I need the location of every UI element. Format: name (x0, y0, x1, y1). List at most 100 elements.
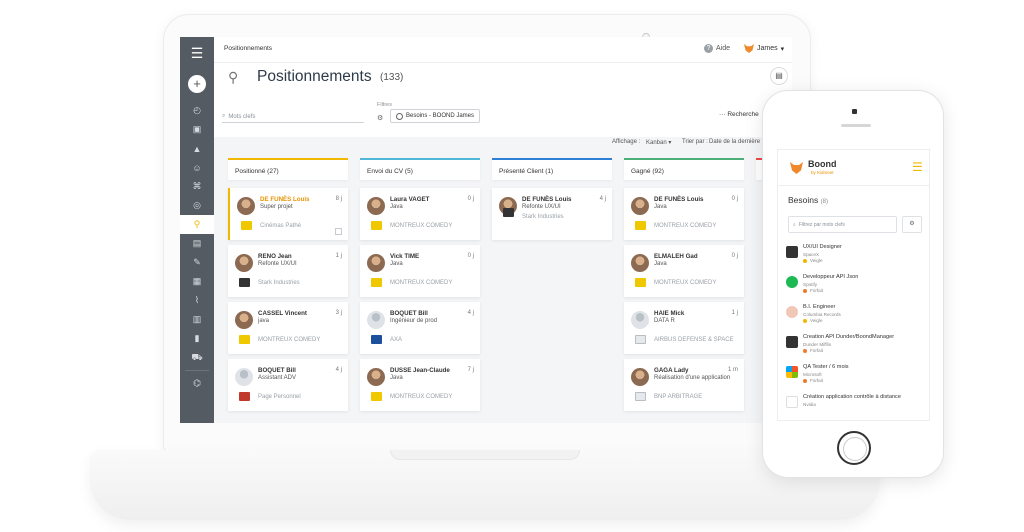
dashboard-icon[interactable]: ◴ (180, 101, 214, 120)
pin-icon[interactable]: ⚲ (180, 215, 214, 234)
list-item[interactable]: Developpeur API Json Spotify Forfait (786, 274, 926, 302)
avatar (237, 197, 255, 215)
company-logo (786, 336, 798, 348)
project-role: java (258, 318, 270, 324)
graduation-icon[interactable]: ▲ (180, 139, 214, 158)
days-badge: 4 j (467, 310, 474, 316)
breadcrumb[interactable]: Positionnements (224, 45, 272, 52)
export-document-button[interactable]: ▤ (770, 67, 788, 85)
building-icon (635, 335, 646, 344)
kanban-card[interactable]: CASSEL Vincent java 3 j MONTREUX COMEDY (228, 302, 348, 354)
candidate-name[interactable]: DE FUNÈS Louis (654, 196, 704, 203)
company-name: MONTREUX COMEDY (390, 394, 453, 400)
kanban-card[interactable]: Laura VAGET Java 0 j MONTREUX COMEDY (360, 188, 480, 240)
filter-chip-label: Besoins - BOOND James (406, 113, 475, 119)
candidate-name[interactable]: DUSSE Jean-Claude (390, 367, 450, 374)
candidate-name[interactable]: GAGA Lady (654, 367, 689, 374)
item-status: Veigle (810, 258, 823, 263)
cart-icon[interactable]: ⛟ (180, 348, 214, 367)
candidate-name[interactable]: HAIE Mick (654, 310, 684, 317)
hamburger-menu-icon[interactable]: ☰ (912, 160, 923, 174)
candidate-name[interactable]: ELMALEH Gad (654, 253, 698, 260)
list-item[interactable]: QA Tester / 6 mois Microsoft Forfait (786, 364, 926, 392)
org-chart-icon[interactable]: ⌘ (180, 177, 214, 196)
days-badge: 0 j (731, 196, 738, 202)
building-icon[interactable]: ▮ (180, 329, 214, 348)
invoice-icon[interactable]: ▥ (180, 310, 214, 329)
avatar (367, 254, 385, 272)
candidate-name[interactable]: RENO Jean (258, 253, 292, 260)
company-name: Stark Industries (522, 214, 564, 220)
item-status: Forfait (810, 348, 824, 353)
days-badge: 3 j (335, 310, 342, 316)
candidate-name[interactable]: CASSEL Vincent (258, 310, 307, 317)
mobile-search-input[interactable]: ⌕ Filtrez par mots clefs (788, 216, 897, 233)
document-icon[interactable]: ▦ (180, 272, 214, 291)
phone-speaker (841, 124, 871, 127)
status-dot (803, 379, 807, 383)
kanban-card[interactable]: GAGA Lady Réalisation d'une application … (624, 359, 744, 411)
candidate-name[interactable]: DE FUNÈS Louis (260, 196, 310, 203)
phone-home-button[interactable] (837, 431, 871, 465)
briefcase-icon[interactable]: ▤ (180, 234, 214, 253)
people-icon[interactable]: ☺ (180, 158, 214, 177)
view-bar: Affichage : Kanban ▾ Trier par : Date de… (214, 137, 792, 151)
chart-icon[interactable]: ⌇ (180, 291, 214, 310)
company-name: MONTREUX COMEDY (390, 223, 453, 229)
phone-camera (852, 109, 857, 114)
target-icon[interactable]: ◎ (180, 196, 214, 215)
company-logo (239, 278, 250, 287)
candidate-name[interactable]: BOQUET Bill (258, 367, 296, 374)
display-select[interactable]: Kanban ▾ (646, 139, 671, 146)
select-checkbox[interactable] (335, 228, 342, 235)
kanban-card[interactable]: BOQUET Bill Ingénieur de prod 4 j AXA (360, 302, 480, 354)
hamburger-menu-icon[interactable]: ☰ (180, 37, 214, 69)
candidate-name[interactable]: Vick TIME (390, 253, 419, 260)
column-header: Positionné (27) (228, 158, 348, 180)
candidate-name[interactable]: Laura VAGET (390, 196, 429, 203)
sort-select[interactable]: Date de la dernière (709, 139, 760, 145)
network-icon[interactable]: ⌬ (180, 374, 214, 393)
days-badge: 1 j (731, 310, 738, 316)
item-title: UX/UI Designer (803, 244, 842, 250)
sliders-icon[interactable]: ⚙ (377, 114, 383, 122)
search-placeholder: Mots clefs (228, 113, 256, 120)
company-logo (786, 366, 798, 378)
search-input[interactable]: ⌕ Mots clefs (222, 111, 364, 123)
candidate-name[interactable]: BOQUET Bill (390, 310, 428, 317)
advanced-search-button[interactable]: ··· Recherche (719, 111, 759, 118)
list-item[interactable]: UX/UI Designer SpaceX Veigle (786, 244, 926, 272)
item-title: B.I. Engineer (803, 304, 836, 310)
kanban-card[interactable]: RENO Jean Refonte UX/UI 1 j Stark Indust… (228, 245, 348, 297)
list-item[interactable]: B.I. Engineer Columbia Records Veigle (786, 304, 926, 332)
user-name: James (757, 45, 778, 52)
top-bar: Positionnements ? Aide James ▾ (214, 37, 792, 63)
kanban-card[interactable]: DE FUNÈS Louis Super projet 8 j Cinémas … (228, 188, 348, 240)
help-link[interactable]: ? Aide (704, 44, 730, 53)
kanban-card[interactable]: HAIE Mick DATA R 1 j AIRBUS DEFENSE & SP… (624, 302, 744, 354)
company-name: AXA (390, 337, 403, 343)
edit-icon[interactable]: ✎ (180, 253, 214, 272)
kanban-card[interactable]: ELMALEH Gad Java 0 j MONTREUX COMEDY (624, 245, 744, 297)
title-bar: ⚲ Positionnements (133) ▤ (214, 63, 792, 93)
kanban-card[interactable]: Vick TIME Java 0 j MONTREUX COMEDY (360, 245, 480, 297)
list-item[interactable]: Création application contrôle à distance… (786, 394, 926, 420)
filter-sliders-button[interactable]: ⚙ (902, 216, 922, 233)
pushpin-icon: ⚲ (228, 69, 239, 85)
project-role: Réalisation d'une application (654, 375, 731, 381)
kanban-card[interactable]: DE FUNÈS Louis Refonte UX/UI 4 j Stark I… (492, 188, 612, 240)
kanban-card[interactable]: DE FUNÈS Louis Java 0 j MONTREUX COMEDY (624, 188, 744, 240)
filter-chip[interactable]: Besoins - BOOND James (390, 109, 481, 123)
display-label: Affichage : (612, 139, 641, 145)
tasks-icon[interactable]: ▣ (180, 120, 214, 139)
item-company: Microsoft (803, 372, 822, 377)
kanban-card[interactable]: BOQUET Bill Assistant ADV 4 j Page Perso… (228, 359, 348, 411)
user-menu[interactable]: James ▾ (744, 44, 784, 53)
avatar (631, 197, 649, 215)
list-item[interactable]: Creation API Dunder/BoondManager Dunder … (786, 334, 926, 362)
candidate-name[interactable]: DE FUNÈS Louis (522, 196, 572, 203)
add-button[interactable]: + (188, 75, 206, 93)
phone-frame: Boond by Kidmeet ☰ Besoins (8) ⌕ Filtrez … (762, 90, 944, 478)
status-dot (803, 349, 807, 353)
kanban-card[interactable]: DUSSE Jean-Claude Java 7 j MONTREUX COME… (360, 359, 480, 411)
